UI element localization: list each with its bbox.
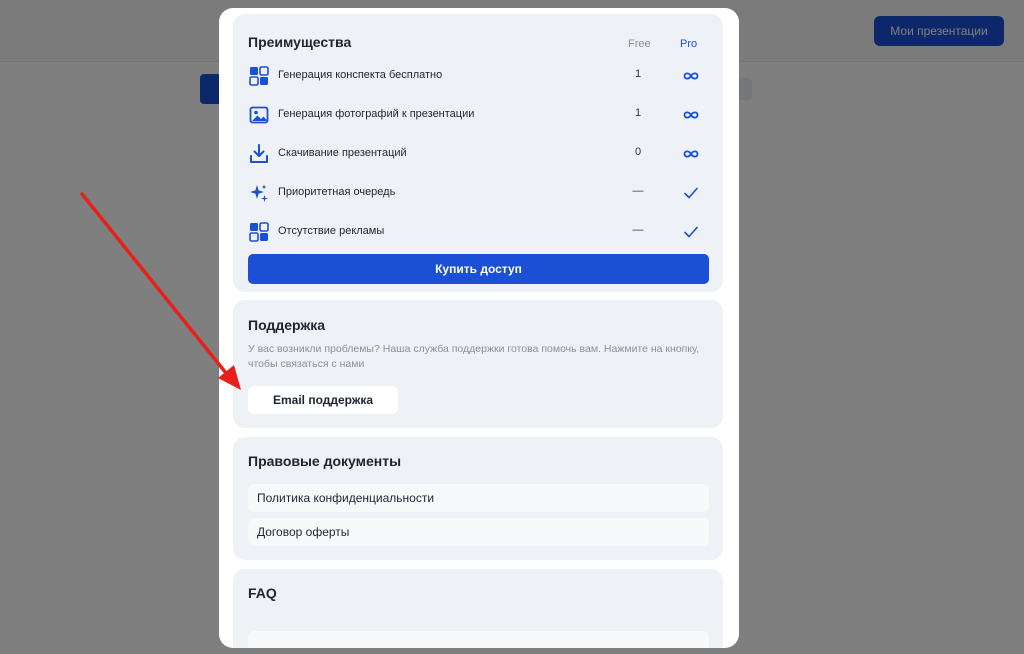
legal-documents-section: Правовые документы Политика конфиденциал… xyxy=(233,437,723,560)
support-section: Поддержка У вас возникли проблемы? Наша … xyxy=(233,300,723,428)
benefits-title: Преимущества xyxy=(248,34,352,50)
buy-access-button[interactable]: Купить доступ xyxy=(248,254,709,284)
benefit-free-value: — xyxy=(632,185,644,197)
benefit-label: Генерация фотографий к презентации xyxy=(278,108,475,120)
benefits-section: Преимущества Free Pro Генерация конспект… xyxy=(233,14,723,292)
benefit-free-value: 1 xyxy=(634,107,642,119)
faq-item[interactable] xyxy=(248,631,709,648)
faq-title: FAQ xyxy=(248,585,277,601)
infinity-icon xyxy=(676,65,706,87)
support-title: Поддержка xyxy=(248,317,326,333)
image-icon xyxy=(248,104,270,126)
pricing-modal: Преимущества Free Pro Генерация конспект… xyxy=(219,8,739,648)
benefit-row: Приоритетная очередь — xyxy=(248,182,713,204)
column-free-header: Free xyxy=(628,38,651,50)
benefit-label: Приоритетная очередь xyxy=(278,186,396,198)
offer-agreement-link[interactable]: Договор оферты xyxy=(248,518,709,546)
benefit-label: Генерация конспекта бесплатно xyxy=(278,69,443,81)
support-description: У вас возникли проблемы? Наша служба под… xyxy=(248,343,700,370)
benefit-free-value: 1 xyxy=(634,68,642,80)
benefit-label: Скачивание презентаций xyxy=(278,147,407,159)
legal-title: Правовые документы xyxy=(248,453,402,469)
benefit-row: Генерация фотографий к презентации 1 xyxy=(248,104,713,126)
benefit-label: Отсутствие рекламы xyxy=(278,225,385,237)
privacy-policy-link[interactable]: Политика конфиденциальности xyxy=(248,484,709,512)
benefit-free-value: 0 xyxy=(634,146,642,158)
infinity-icon xyxy=(676,143,706,165)
check-icon xyxy=(676,221,706,243)
benefit-row: Скачивание презентаций 0 xyxy=(248,143,713,165)
sparkle-icon xyxy=(248,182,270,204)
email-support-button[interactable]: Email поддержка xyxy=(248,386,398,414)
grid-icon xyxy=(248,65,270,87)
grid-icon xyxy=(248,221,270,243)
column-pro-header: Pro xyxy=(680,38,698,50)
infinity-icon xyxy=(676,104,706,126)
benefit-row: Отсутствие рекламы — xyxy=(248,221,713,243)
download-icon xyxy=(248,143,270,165)
benefit-row: Генерация конспекта бесплатно 1 xyxy=(248,65,713,87)
faq-section: FAQ xyxy=(233,569,723,648)
check-icon xyxy=(676,182,706,204)
benefit-free-value: — xyxy=(632,224,644,236)
